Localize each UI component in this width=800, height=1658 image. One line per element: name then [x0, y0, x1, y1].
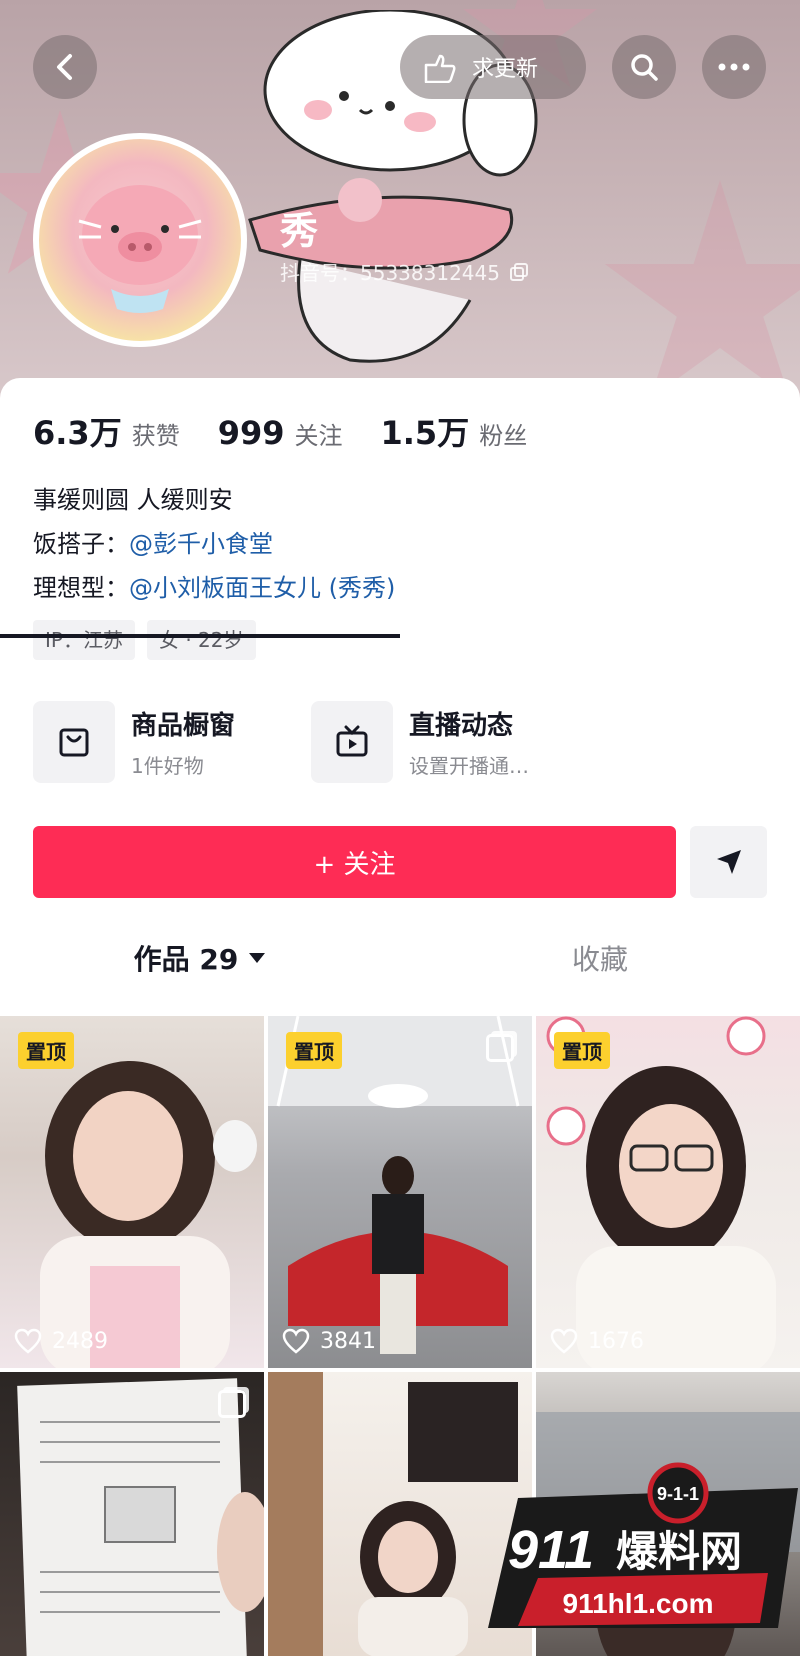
bio-line: 饭搭子：@彭千小食堂: [33, 522, 395, 566]
active-tab-indicator: [0, 634, 400, 638]
bio-label: 饭搭子：: [33, 530, 129, 558]
post-tile[interactable]: 置顶 1676: [536, 1016, 800, 1368]
pig-avatar-illustration: [78, 185, 202, 313]
mention-link[interactable]: @彭千小食堂: [129, 530, 273, 558]
caret-down-icon: [249, 953, 266, 963]
request-update-label: 求更新: [472, 57, 539, 82]
username: 秀: [280, 209, 319, 253]
more-dots-icon: [718, 63, 750, 71]
mention-link[interactable]: @小刘板面王女儿 (秀秀): [129, 574, 395, 602]
heart-icon: [14, 1328, 42, 1354]
content-tabs: 作品 29 收藏: [0, 923, 800, 993]
douyin-id-text: 抖音号：55338312445: [280, 261, 500, 285]
like-count-value: 2489: [52, 1328, 108, 1354]
stats-row: 6.3万 获赞 999 关注 1.5万 粉丝: [33, 408, 565, 454]
send-arrow-icon: [716, 850, 741, 874]
multi-image-icon: [218, 1390, 246, 1418]
shortcut-text: 商品橱窗 1件好物: [131, 705, 235, 779]
heart-icon: [550, 1328, 578, 1354]
watermark-brand-number: 911: [508, 1520, 594, 1580]
watermark-badge: 9-1-1: [657, 1484, 699, 1504]
site-watermark-logo: 9-1-1 911 爆料网 911hl1.com: [488, 1462, 798, 1628]
bio-line: 事缓则圆 人缓则安: [33, 486, 233, 514]
profile-banner: 求更新 秀 抖音号：55338312445: [0, 0, 800, 400]
star-decoration: [604, 180, 800, 399]
shortcut-icon-box: [311, 701, 393, 783]
like-count: 2489: [14, 1328, 108, 1354]
stat-followers[interactable]: 1.5万 粉丝: [381, 408, 528, 454]
info-tags: IP：江苏 女 · 22岁: [33, 620, 256, 660]
hand-point-icon: [424, 54, 456, 83]
gender-age-tag: 女 · 22岁: [146, 620, 256, 660]
tab-works[interactable]: 作品 29: [0, 923, 400, 993]
follow-button[interactable]: + 关注: [33, 826, 676, 898]
back-button[interactable]: [33, 35, 97, 99]
shortcut-icon-box: [33, 701, 115, 783]
shopping-bag-icon: [59, 728, 89, 757]
stat-label: 粉丝: [479, 422, 528, 450]
like-count: 3841: [282, 1328, 376, 1354]
bio: 事缓则圆 人缓则安 饭搭子：@彭千小食堂 理想型：@小刘板面王女儿 (秀秀): [33, 478, 395, 610]
stat-value: 999: [217, 414, 285, 452]
share-button[interactable]: [690, 826, 767, 898]
heart-icon: [282, 1328, 310, 1354]
like-count-value: 1676: [588, 1328, 644, 1354]
bio-line: 理想型：@小刘板面王女儿 (秀秀): [33, 566, 395, 610]
avatar[interactable]: [33, 133, 247, 347]
search-icon: [631, 54, 658, 81]
ip-tag: IP：江苏: [33, 620, 135, 660]
post-tile[interactable]: [0, 1372, 264, 1656]
post-tile[interactable]: 置顶 2489: [0, 1016, 264, 1368]
watermark-url: 911hl1.com: [563, 1588, 714, 1619]
search-button[interactable]: [612, 35, 676, 99]
shortcut-subtitle: 设置开播通…: [409, 754, 529, 778]
stat-following[interactable]: 999 关注: [218, 414, 343, 452]
pinned-badge: 置顶: [18, 1032, 74, 1069]
like-count-value: 3841: [320, 1328, 376, 1354]
live-updates-entry[interactable]: 直播动态 设置开播通…: [311, 701, 589, 783]
shortcuts-row: 商品橱窗 1件好物 直播动态 设置开播通…: [33, 701, 589, 783]
pinned-badge: 置顶: [286, 1032, 342, 1069]
shortcut-subtitle: 1件好物: [131, 754, 204, 778]
tab-favorites[interactable]: 收藏: [400, 923, 800, 993]
copy-icon[interactable]: [509, 262, 528, 281]
like-count: 1676: [550, 1328, 644, 1354]
stat-label: 获赞: [131, 422, 180, 450]
pinned-badge: 置顶: [554, 1032, 610, 1069]
shortcut-title: 直播动态: [409, 711, 514, 741]
tab-works-label: 作品 29: [133, 943, 239, 976]
shortcut-text: 直播动态 设置开播通…: [409, 705, 529, 779]
stat-value: 1.5万: [380, 414, 470, 452]
stat-likes[interactable]: 6.3万 获赞: [33, 408, 180, 454]
stat-value: 6.3万: [33, 414, 122, 452]
tv-icon: [336, 725, 368, 757]
more-options-button[interactable]: [702, 35, 766, 99]
watermark-brand-text: 爆料网: [616, 1527, 742, 1576]
multi-image-icon: [486, 1034, 514, 1062]
shop-window-entry[interactable]: 商品橱窗 1件好物: [33, 701, 311, 783]
douyin-id[interactable]: 抖音号：55338312445: [280, 257, 528, 286]
stat-label: 关注: [294, 422, 343, 450]
chevron-left-icon: [57, 54, 72, 80]
post-tile[interactable]: 置顶 3841: [268, 1016, 532, 1368]
bio-label: 理想型：: [33, 574, 129, 602]
shortcut-title: 商品橱窗: [131, 711, 236, 741]
request-update-button[interactable]: 求更新: [400, 35, 586, 99]
